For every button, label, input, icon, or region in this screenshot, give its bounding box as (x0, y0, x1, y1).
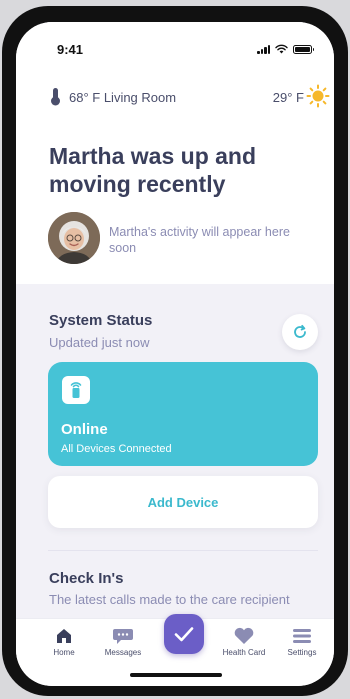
tab-health-card-label: Health Card (222, 648, 266, 657)
indoor-temperature: 68° F Living Room (69, 90, 177, 105)
home-indicator (130, 673, 222, 677)
thermometer-icon (51, 88, 60, 106)
tab-settings[interactable]: Settings (272, 627, 332, 657)
refresh-icon (294, 324, 306, 338)
phone-frame: 9:41 68° F Living Room 29° F Martha was … (2, 6, 348, 696)
section-divider (48, 550, 318, 551)
hub-device-icon (62, 376, 90, 404)
activity-headline: Martha was up and moving recently (49, 143, 257, 197)
tab-home[interactable]: Home (34, 627, 94, 657)
status-online-title: Online (61, 421, 108, 438)
system-status-card[interactable]: Online All Devices Connected (48, 362, 318, 466)
tab-home-label: Home (53, 648, 75, 657)
home-icon (57, 629, 71, 643)
heart-icon (234, 627, 254, 644)
weather-row: 68° F Living Room 29° F (16, 84, 334, 108)
profile-photo-icon (48, 212, 100, 264)
tab-health-card[interactable]: Health Card (214, 627, 274, 657)
status-bar: 9:41 (16, 22, 334, 72)
outdoor-temperature: 29° F (272, 90, 304, 105)
activity-note: Martha's activity will appear here soon (109, 225, 290, 255)
refresh-button[interactable] (282, 314, 318, 350)
signal-icon (257, 44, 270, 54)
check-ins-subtitle: The latest calls made to the care recipi… (49, 592, 290, 607)
tab-settings-label: Settings (287, 648, 317, 657)
wifi-icon (275, 44, 288, 54)
status-online-subtitle: All Devices Connected (61, 443, 172, 455)
system-status-title: System Status (49, 312, 153, 329)
checkmark-icon (174, 627, 194, 642)
chat-icon (113, 629, 133, 644)
check-in-button[interactable] (164, 614, 204, 654)
avatar[interactable] (48, 212, 100, 264)
tab-messages[interactable]: Messages (93, 627, 153, 657)
battery-icon (293, 44, 314, 54)
check-ins-title: Check In's (49, 570, 124, 587)
add-device-button[interactable]: Add Device (48, 476, 318, 528)
sun-icon (306, 84, 330, 108)
status-time: 9:41 (57, 42, 84, 57)
status-icons (257, 44, 314, 54)
overview-panel: 68° F Living Room 29° F Martha was up an… (16, 72, 334, 284)
system-status-updated: Updated just now (49, 335, 150, 350)
tab-messages-label: Messages (104, 648, 142, 657)
app-screen: 9:41 68° F Living Room 29° F Martha was … (16, 22, 334, 686)
menu-icon (293, 629, 311, 643)
